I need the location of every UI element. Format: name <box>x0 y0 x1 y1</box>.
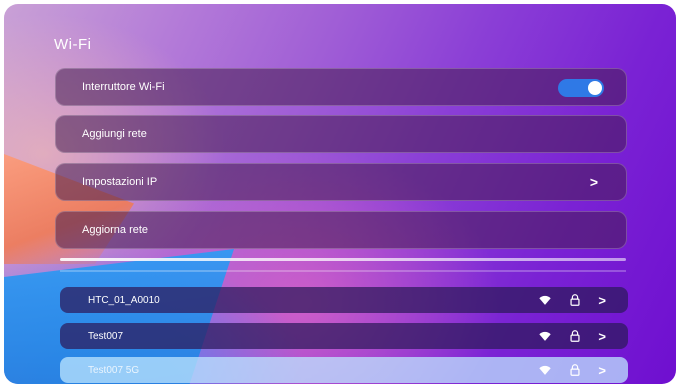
ip-settings-row[interactable]: Impostazioni IP > <box>55 163 627 201</box>
chevron-right-icon: > <box>598 292 606 308</box>
network-list-item[interactable]: Test007 5G > <box>60 357 628 383</box>
wifi-icon <box>539 295 552 305</box>
ip-settings-label: Impostazioni IP <box>82 176 158 188</box>
chevron-right-icon: > <box>589 174 598 190</box>
list-divider-secondary <box>60 270 626 272</box>
refresh-network-row[interactable]: Aggiorna rete <box>55 211 627 249</box>
network-ssid: Test007 5G <box>88 364 140 376</box>
wifi-icon <box>539 331 552 341</box>
refresh-network-label: Aggiorna rete <box>82 224 149 236</box>
network-ssid: Test007 <box>88 330 124 342</box>
lock-icon <box>570 294 580 306</box>
lock-icon <box>570 330 580 342</box>
chevron-right-icon: > <box>598 362 606 378</box>
list-divider <box>60 258 626 261</box>
add-network-row[interactable]: Aggiungi rete <box>55 115 627 153</box>
lock-icon <box>570 364 580 376</box>
wifi-toggle[interactable] <box>558 79 604 97</box>
add-network-label: Aggiungi rete <box>82 128 147 140</box>
wifi-switch-label: Interruttore Wi-Fi <box>82 81 165 93</box>
network-list-item[interactable]: Test007 > <box>60 323 628 349</box>
wifi-switch-row[interactable]: Interruttore Wi-Fi <box>55 68 627 106</box>
toggle-knob <box>588 81 602 95</box>
network-list-item[interactable]: HTC_01_A0010 > <box>60 287 628 313</box>
chevron-right-icon: > <box>598 328 606 344</box>
network-ssid: HTC_01_A0010 <box>88 294 160 306</box>
page-title: Wi-Fi <box>54 36 92 53</box>
wifi-icon <box>539 365 552 375</box>
